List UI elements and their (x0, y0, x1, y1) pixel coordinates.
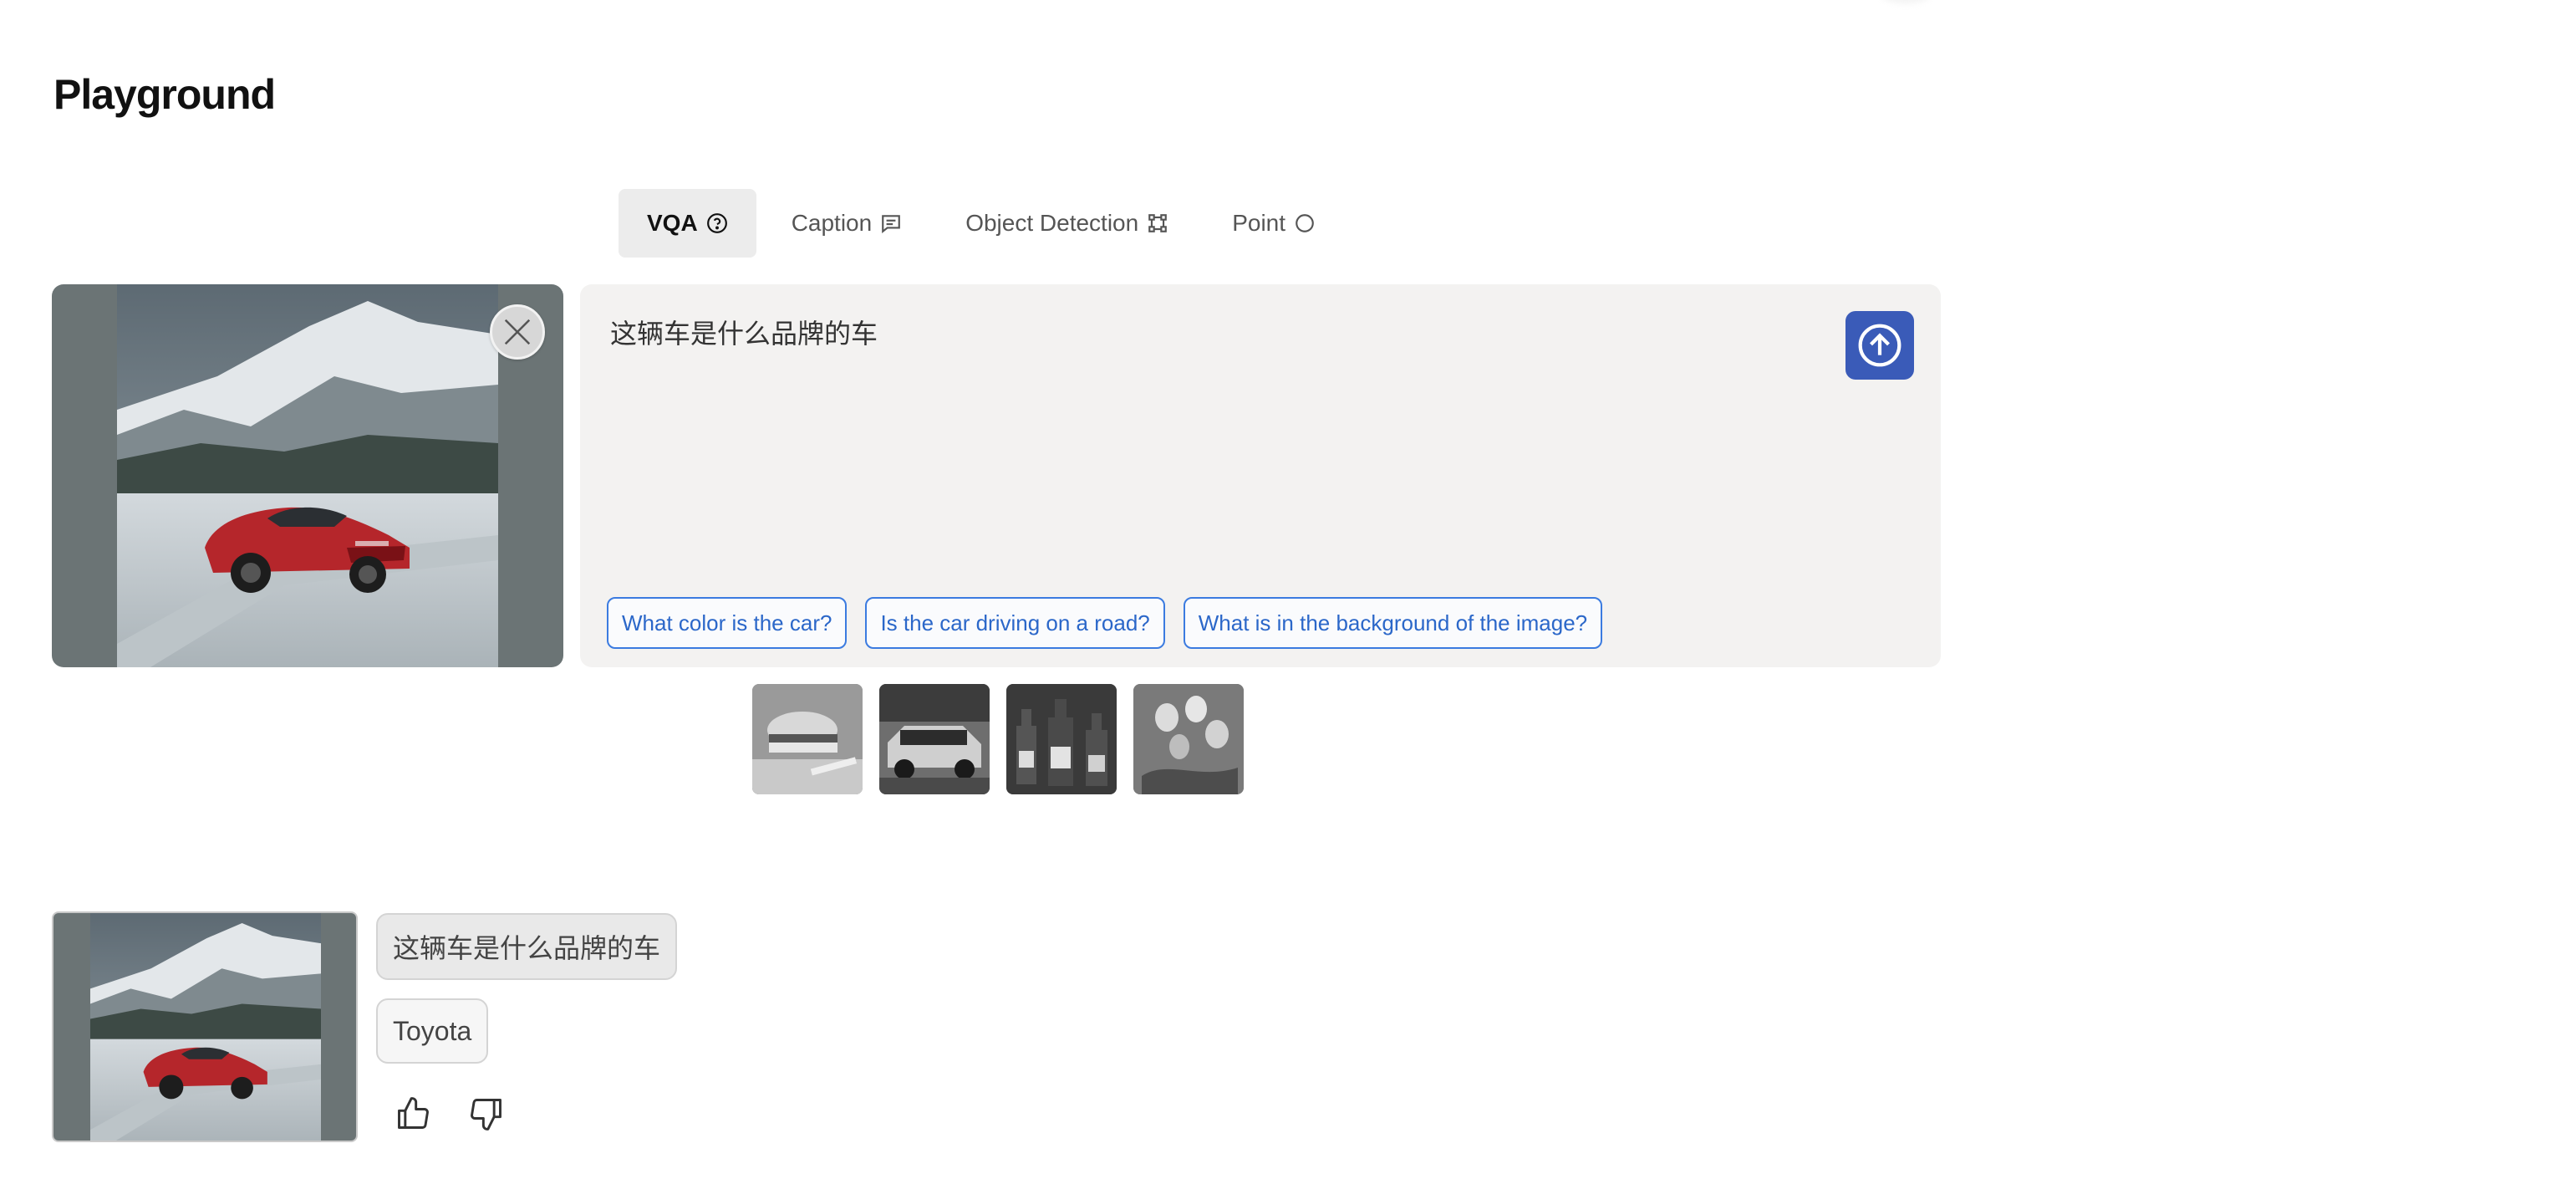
decorative-blur (1881, 0, 1931, 3)
suggestion-chip[interactable]: What color is the car? (607, 597, 848, 649)
uploaded-image-panel (52, 284, 563, 667)
circle-icon (1296, 214, 1314, 232)
question-circle-icon (706, 213, 727, 233)
mode-tabs: VQA Caption Object Detection Point (619, 189, 1351, 258)
suggestion-chip[interactable]: Is the car driving on a road? (865, 597, 1165, 649)
message-square-icon (882, 215, 901, 234)
history-answer-bubble: Toyota (376, 998, 489, 1064)
tab-point[interactable]: Point (1204, 189, 1344, 258)
like-button[interactable] (393, 1094, 433, 1134)
thumbs-up-icon (398, 1097, 429, 1129)
sample-image-car[interactable] (879, 684, 990, 794)
suggestion-chip[interactable]: What is in the background of the image? (1183, 597, 1603, 649)
uploaded-car-image (117, 284, 498, 667)
tab-label: VQA (647, 210, 698, 236)
remove-image-button[interactable] (490, 304, 545, 360)
tab-label: Caption (791, 210, 873, 236)
tab-vqa[interactable]: VQA (619, 189, 756, 258)
dislike-button[interactable] (466, 1094, 507, 1134)
thumbs-down-icon (471, 1099, 501, 1131)
arrow-up-circle-icon (1858, 324, 1901, 367)
tab-label: Object Detection (965, 210, 1139, 236)
tab-caption[interactable]: Caption (763, 189, 931, 258)
close-icon (504, 319, 531, 345)
sample-images (752, 684, 1244, 794)
history-question-bubble: 这辆车是什么品牌的车 (376, 913, 678, 980)
page-title: Playground (53, 71, 276, 118)
send-button[interactable] (1845, 311, 1914, 380)
history-car-image (90, 913, 321, 1141)
suggestion-list: What color is the car? Is the car drivin… (607, 597, 1603, 649)
bounding-box-icon (1148, 214, 1168, 232)
query-input[interactable]: 这辆车是什么品牌的车 (610, 313, 878, 351)
sample-image-burger[interactable] (752, 684, 863, 794)
sample-image-eggs[interactable] (1133, 684, 1244, 794)
query-input-panel[interactable]: 这辆车是什么品牌的车 What color is the car? Is the… (580, 284, 1941, 667)
tab-object-detection[interactable]: Object Detection (937, 189, 1197, 258)
history-image-thumbnail (52, 911, 358, 1142)
tab-label: Point (1232, 210, 1286, 236)
sample-image-bottles[interactable] (1006, 684, 1117, 794)
